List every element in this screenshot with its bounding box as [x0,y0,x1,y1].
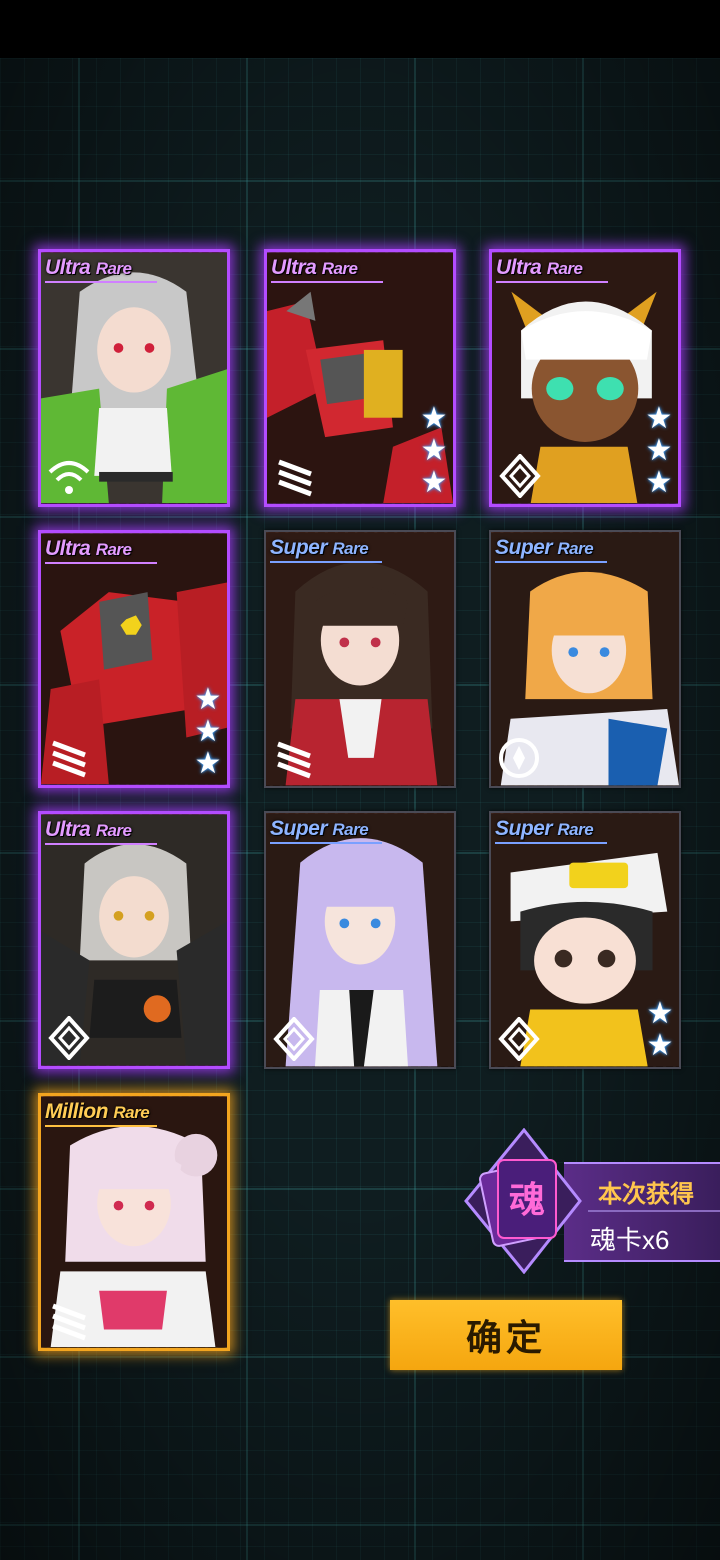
rarity-label: Ultra Rare [45,256,132,279]
star-icon: ★ [645,434,673,467]
character-card-3[interactable]: Ultra Rare ★ ★ ★ [489,249,681,507]
star-rating: ★ ★ [645,999,675,1061]
star-icon: ★ [646,1029,674,1062]
compass-icon [499,738,539,778]
rarity-underline [270,842,382,844]
star-icon: ★ [194,747,222,780]
character-card-4[interactable]: Ultra Rare ★ ★ ★ [38,530,230,788]
diamond-icon [498,1017,540,1061]
status-bar [0,0,720,58]
diamond-icon [48,1016,90,1060]
rarity-label: Super Rare [270,536,369,559]
rarity-label: Ultra Rare [45,818,132,841]
rarity-underline [270,561,382,563]
star-rating: ★ ★ ★ [193,685,223,779]
star-rating: ★ ★ ★ [644,404,674,498]
character-card-1[interactable]: Ultra Rare [38,249,230,507]
star-icon: ★ [645,402,673,435]
rarity-underline [496,281,608,283]
rarity-label: Ultra Rare [45,537,132,560]
star-rating: ★ ★ ★ [419,404,449,498]
confirm-button[interactable]: 确定 [390,1300,622,1370]
rarity-label: Million Rare [45,1100,150,1123]
star-icon: ★ [420,434,448,467]
diamond-icon [273,1017,315,1061]
star-icon: ★ [194,683,222,716]
rarity-underline [495,561,607,563]
rarity-label: Super Rare [495,536,594,559]
soul-reward-title: 本次获得 [598,1181,694,1208]
rarity-label: Super Rare [495,817,594,840]
soul-reward-divider [588,1210,720,1212]
claw-icon [52,1303,86,1341]
claw-icon [278,459,312,497]
character-card-2[interactable]: Ultra Rare ★ ★ ★ [264,249,456,507]
soul-reward-count: 魂卡x6 [590,1225,670,1255]
star-icon: ★ [420,466,448,499]
star-icon: ★ [645,466,673,499]
rarity-label: Super Rare [270,817,369,840]
rarity-underline [45,843,157,845]
character-card-10[interactable]: Million Rare [38,1093,230,1351]
star-icon: ★ [646,997,674,1030]
diamond-icon [499,454,541,498]
character-card-7[interactable]: Ultra Rare [38,811,230,1069]
rarity-underline [271,281,383,283]
star-icon: ★ [194,715,222,748]
character-card-9[interactable]: Super Rare ★ ★ [489,811,681,1069]
rarity-label: Ultra Rare [496,256,583,279]
character-card-5[interactable]: Super Rare [264,530,456,788]
claw-icon [52,740,86,778]
star-icon: ★ [420,402,448,435]
rarity-label: Ultra Rare [271,256,358,279]
claw-icon [277,741,311,779]
rarity-underline [495,842,607,844]
character-card-6[interactable]: Super Rare [489,530,681,788]
character-card-8[interactable]: Super Rare [264,811,456,1069]
rarity-underline [45,562,157,564]
rarity-underline [45,281,157,283]
wifi-icon [48,461,90,494]
rarity-underline [45,1125,157,1127]
soul-reward-panel: 本次获得 魂卡x6 [564,1162,720,1262]
